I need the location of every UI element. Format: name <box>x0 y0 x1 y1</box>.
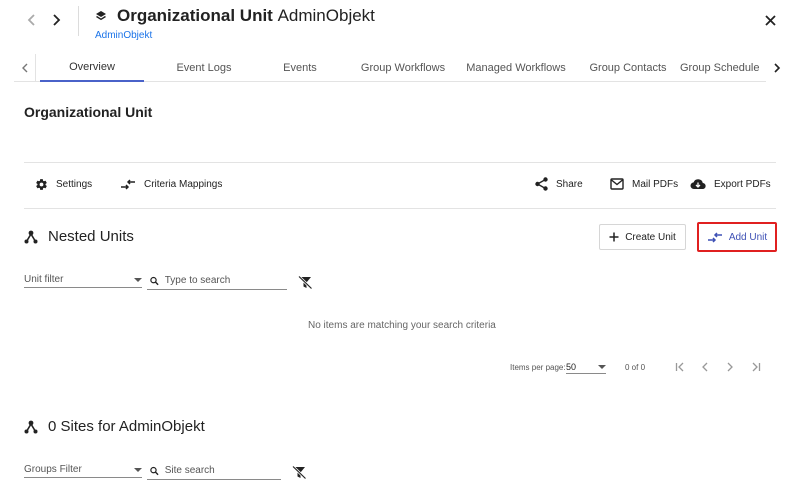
groups-filter-label: Groups Filter <box>24 464 82 475</box>
sites-title: 0 Sites for AdminObjekt <box>48 418 205 435</box>
settings-button[interactable]: Settings <box>35 178 92 191</box>
create-unit-label: Create Unit <box>625 231 676 243</box>
unit-search-input[interactable] <box>164 275 287 286</box>
create-unit-button[interactable]: Create Unit <box>599 224 686 250</box>
mail-pdfs-button[interactable]: Mail PDFs <box>610 178 678 190</box>
chevron-left-icon <box>702 362 708 372</box>
empty-state-message: No items are matching your search criter… <box>308 320 496 331</box>
chevron-right-icon <box>53 14 61 26</box>
chevron-left-icon <box>27 14 35 26</box>
dropdown-caret-icon <box>134 467 142 472</box>
hierarchy-icon <box>24 230 38 243</box>
mail-pdfs-label: Mail PDFs <box>632 178 679 190</box>
filter-off-icon <box>292 466 306 479</box>
next-page-button[interactable] <box>723 360 737 374</box>
chevron-right-icon <box>774 63 781 73</box>
header-divider <box>78 6 79 36</box>
add-unit-label: Add Unit <box>728 231 768 243</box>
layers-icon <box>95 10 107 22</box>
forward-button[interactable] <box>46 10 66 30</box>
criteria-mappings-label: Criteria Mappings <box>144 179 223 190</box>
items-per-page-label: Items per page: <box>510 363 566 372</box>
last-page-button[interactable] <box>749 360 763 374</box>
pagination-range: 0 of 0 <box>625 363 646 372</box>
header-title-bold: Organizational Unit <box>117 6 273 25</box>
tab-group-schedule[interactable]: Group Schedule <box>680 54 764 82</box>
previous-page-button[interactable] <box>698 360 712 374</box>
tab-events[interactable]: Events <box>254 54 346 82</box>
close-button[interactable] <box>760 10 780 30</box>
tab-group-contacts[interactable]: Group Contacts <box>576 54 680 82</box>
tabs-scroll-left-button[interactable] <box>14 54 36 82</box>
dropdown-caret-icon <box>134 277 142 282</box>
first-page-icon <box>675 362 684 372</box>
nested-units-title: Nested Units <box>48 228 134 245</box>
tabs-scroll-right-button[interactable] <box>766 54 788 82</box>
breadcrumb-link[interactable]: AdminObjekt <box>95 30 152 41</box>
groups-filter-select[interactable]: Groups Filter <box>24 462 142 478</box>
clear-filter-button[interactable] <box>298 276 312 289</box>
unit-filter-select[interactable]: Unit filter <box>24 272 142 288</box>
compare-arrows-icon <box>707 231 722 243</box>
plus-icon <box>609 232 619 242</box>
tab-group-workflows[interactable]: Group Workflows <box>350 54 456 82</box>
mail-icon <box>610 178 624 190</box>
tab-bar: Overview Event Logs Events Group Workflo… <box>14 54 788 82</box>
chevron-right-icon <box>727 362 733 372</box>
search-icon <box>150 466 159 475</box>
add-unit-button[interactable]: Add Unit <box>697 222 777 252</box>
dropdown-caret-icon <box>598 364 606 369</box>
chevron-left-icon <box>21 63 27 73</box>
header-title-name: AdminObjekt <box>277 6 375 25</box>
export-pdfs-label: Export PDFs <box>714 178 771 190</box>
export-pdfs-button[interactable]: Export PDFs <box>690 178 771 190</box>
share-icon <box>535 177 548 191</box>
items-per-page-value: 50 <box>566 361 577 372</box>
divider <box>24 162 776 163</box>
tab-event-logs[interactable]: Event Logs <box>150 54 258 82</box>
gear-icon <box>36 179 47 190</box>
hierarchy-icon <box>24 420 38 433</box>
share-button[interactable]: Share <box>535 177 583 191</box>
divider <box>24 208 776 209</box>
site-search-input[interactable] <box>164 465 281 476</box>
close-icon <box>764 14 776 26</box>
first-page-button[interactable] <box>673 360 687 374</box>
share-label: Share <box>556 178 583 190</box>
filter-off-icon <box>298 276 312 289</box>
search-icon <box>150 276 159 285</box>
clear-sites-filter-button[interactable] <box>292 466 306 479</box>
site-search-field[interactable] <box>147 462 281 480</box>
cloud-download-icon <box>690 179 706 190</box>
unit-search-field[interactable] <box>147 272 287 290</box>
sites-header: 0 Sites for AdminObjekt <box>24 418 205 435</box>
settings-label: Settings <box>56 179 93 190</box>
compare-arrows-icon <box>121 179 135 190</box>
tab-managed-workflows[interactable]: Managed Workflows <box>458 54 574 82</box>
back-button[interactable] <box>22 10 42 30</box>
page-title: Organizational Unit <box>24 104 153 120</box>
tab-overview[interactable]: Overview <box>40 54 144 82</box>
page-header-title: Organizational Unit AdminObjekt <box>117 6 375 26</box>
nested-units-header: Nested Units <box>24 228 134 245</box>
unit-filter-label: Unit filter <box>24 274 64 285</box>
items-per-page-select[interactable]: 50 <box>566 360 606 374</box>
criteria-mappings-button[interactable]: Criteria Mappings <box>120 178 222 191</box>
last-page-icon <box>752 362 761 372</box>
